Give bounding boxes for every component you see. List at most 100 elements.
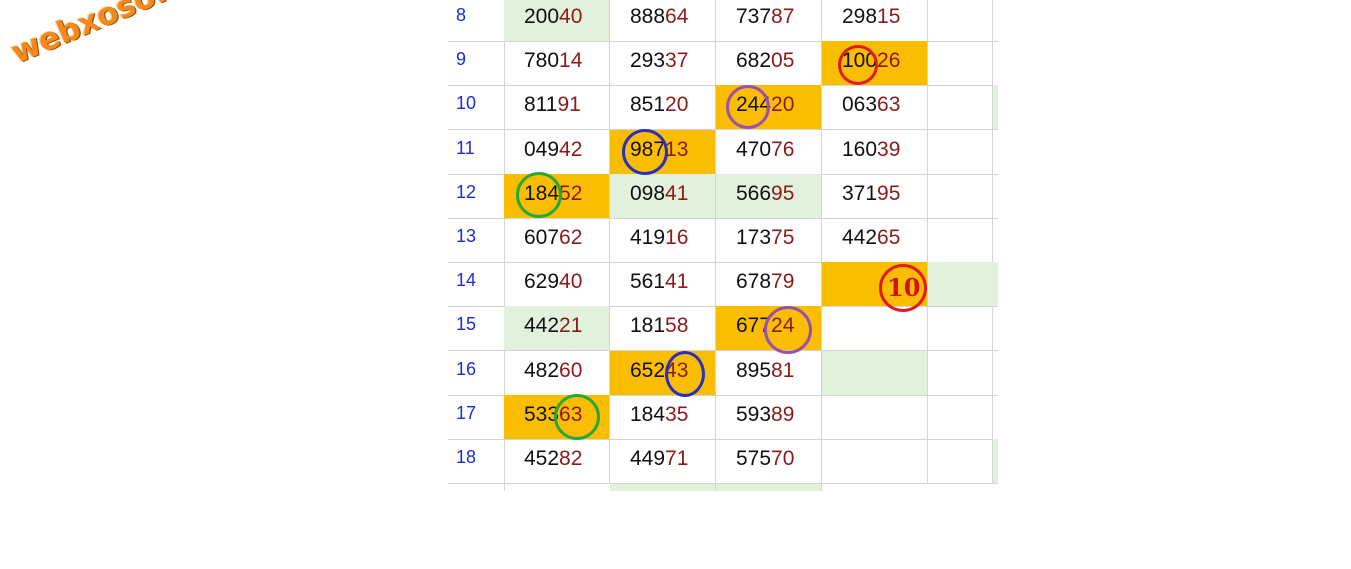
number-cell: 57570 [716,439,822,483]
number-text: 20040 [524,5,582,29]
number-cell [822,394,928,439]
empty-cell [928,85,993,130]
number-head: 780 [524,49,560,73]
number-head: 298 [842,5,878,28]
number-text: 68205 [736,49,794,73]
empty-cell [928,0,993,41]
number-tail: 16 [665,226,689,249]
number-cell: 62940 [504,262,610,307]
number-text: 78014 [524,49,582,73]
number-text: 18452 [524,182,582,206]
number-head: 533 [524,402,560,426]
number-tail: 21 [559,314,583,338]
number-head: 561 [630,270,666,294]
number-cell: 29337 [610,41,716,86]
table-row: 10 81191 85120 24420 06363 [448,85,998,131]
row-index-label: 8 [456,5,467,25]
number-cell: 67724 [716,306,822,351]
number-text: 53363 [524,403,582,427]
row-index-label: 14 [456,270,477,291]
number-cell: 04942 [504,129,610,174]
number-text: 47076 [736,138,794,162]
number-head: 851 [630,93,666,117]
row-index: 8 [448,0,504,41]
number-text: 62940 [524,270,582,294]
edge-highlight [993,439,998,483]
number-tail: 81 [771,358,795,382]
number-cell [822,306,928,351]
table-row: 15 44221 18158 67724 [448,306,998,352]
row-index-label: 17 [456,402,477,423]
edge-highlight [993,85,998,130]
table-row: 9 78014 29337 68205 10026 [448,41,998,87]
number-tail: 39 [877,137,901,161]
number-text: 16039 [842,138,900,162]
number-tail: 87 [771,5,795,28]
number-head: 098 [630,181,666,205]
empty-cell [928,218,993,262]
number-text: 29815 [842,5,900,29]
number-head: 293 [630,49,666,73]
number-text: 24420 [736,93,794,117]
table-row: 11 04942 98713 47076 16039 [448,129,998,175]
number-cell: 73787 [716,0,822,41]
number-head: 470 [736,137,772,161]
number-cell: 44221 [504,306,610,351]
number-tail: 20 [665,93,689,117]
number-cell: 37195 [822,173,928,218]
empty-cell [928,439,993,483]
number-head: 184 [630,402,666,426]
number-text: 89581 [736,359,794,383]
number-cell: 85120 [610,85,716,130]
row-index: 13 [448,218,504,262]
number-tail: 15 [877,5,901,28]
number-tail: 60 [559,358,583,382]
number-head: 371 [842,181,878,205]
row-index-label: 15 [456,314,477,335]
number-text: 10026 [842,49,900,73]
empty-cell [928,350,993,395]
number-head: 575 [736,447,772,470]
number-text: 29337 [630,49,688,73]
number-text: 37195 [842,182,900,206]
number-cell: 18158 [610,306,716,351]
row-index: 16 [448,351,504,395]
number-text: 18158 [630,314,688,338]
number-cell: 48260 [504,350,610,395]
number-tail: 05 [771,49,795,73]
number-head: 482 [524,358,560,382]
row-index-label: 13 [456,226,477,246]
number-cell: 98713 [610,129,716,174]
number-cell: 68205 [716,41,822,86]
number-text: 04942 [524,138,582,162]
number-cell: 89581 [716,350,822,395]
number-head: 682 [736,49,772,73]
number-tail: 24 [771,314,795,338]
number-text: 45282 [524,447,582,471]
empty-cell [928,41,993,86]
number-cell: 59389 [716,394,822,439]
number-tail: 26 [877,49,901,73]
number-tail: 63 [559,402,583,426]
partial-row [448,484,998,491]
number-tail: 82 [559,447,583,470]
row-index: 10 [448,85,504,129]
row-index-label: 10 [456,93,477,114]
lottery-grid: 8 20040 88864 73787 29815 9 78014 29337 68205 100… [448,0,998,491]
number-head: 737 [736,5,772,28]
number-head: 452 [524,447,560,470]
number-cell: 88864 [610,0,716,41]
empty-cell [928,173,993,218]
annotation-ten: 10 [887,273,921,302]
number-tail: 75 [771,226,795,249]
row-index-label: 18 [456,447,477,467]
number-text: 17375 [736,226,794,250]
number-cell: 44971 [610,439,716,483]
number-text: 56141 [630,270,688,294]
number-head: 442 [524,314,560,338]
number-cell: 60762 [504,218,610,262]
number-head: 593 [736,402,772,426]
number-cell: 45282 [504,439,610,483]
number-cell: 56695 [716,173,822,218]
number-text: 85120 [630,93,688,117]
